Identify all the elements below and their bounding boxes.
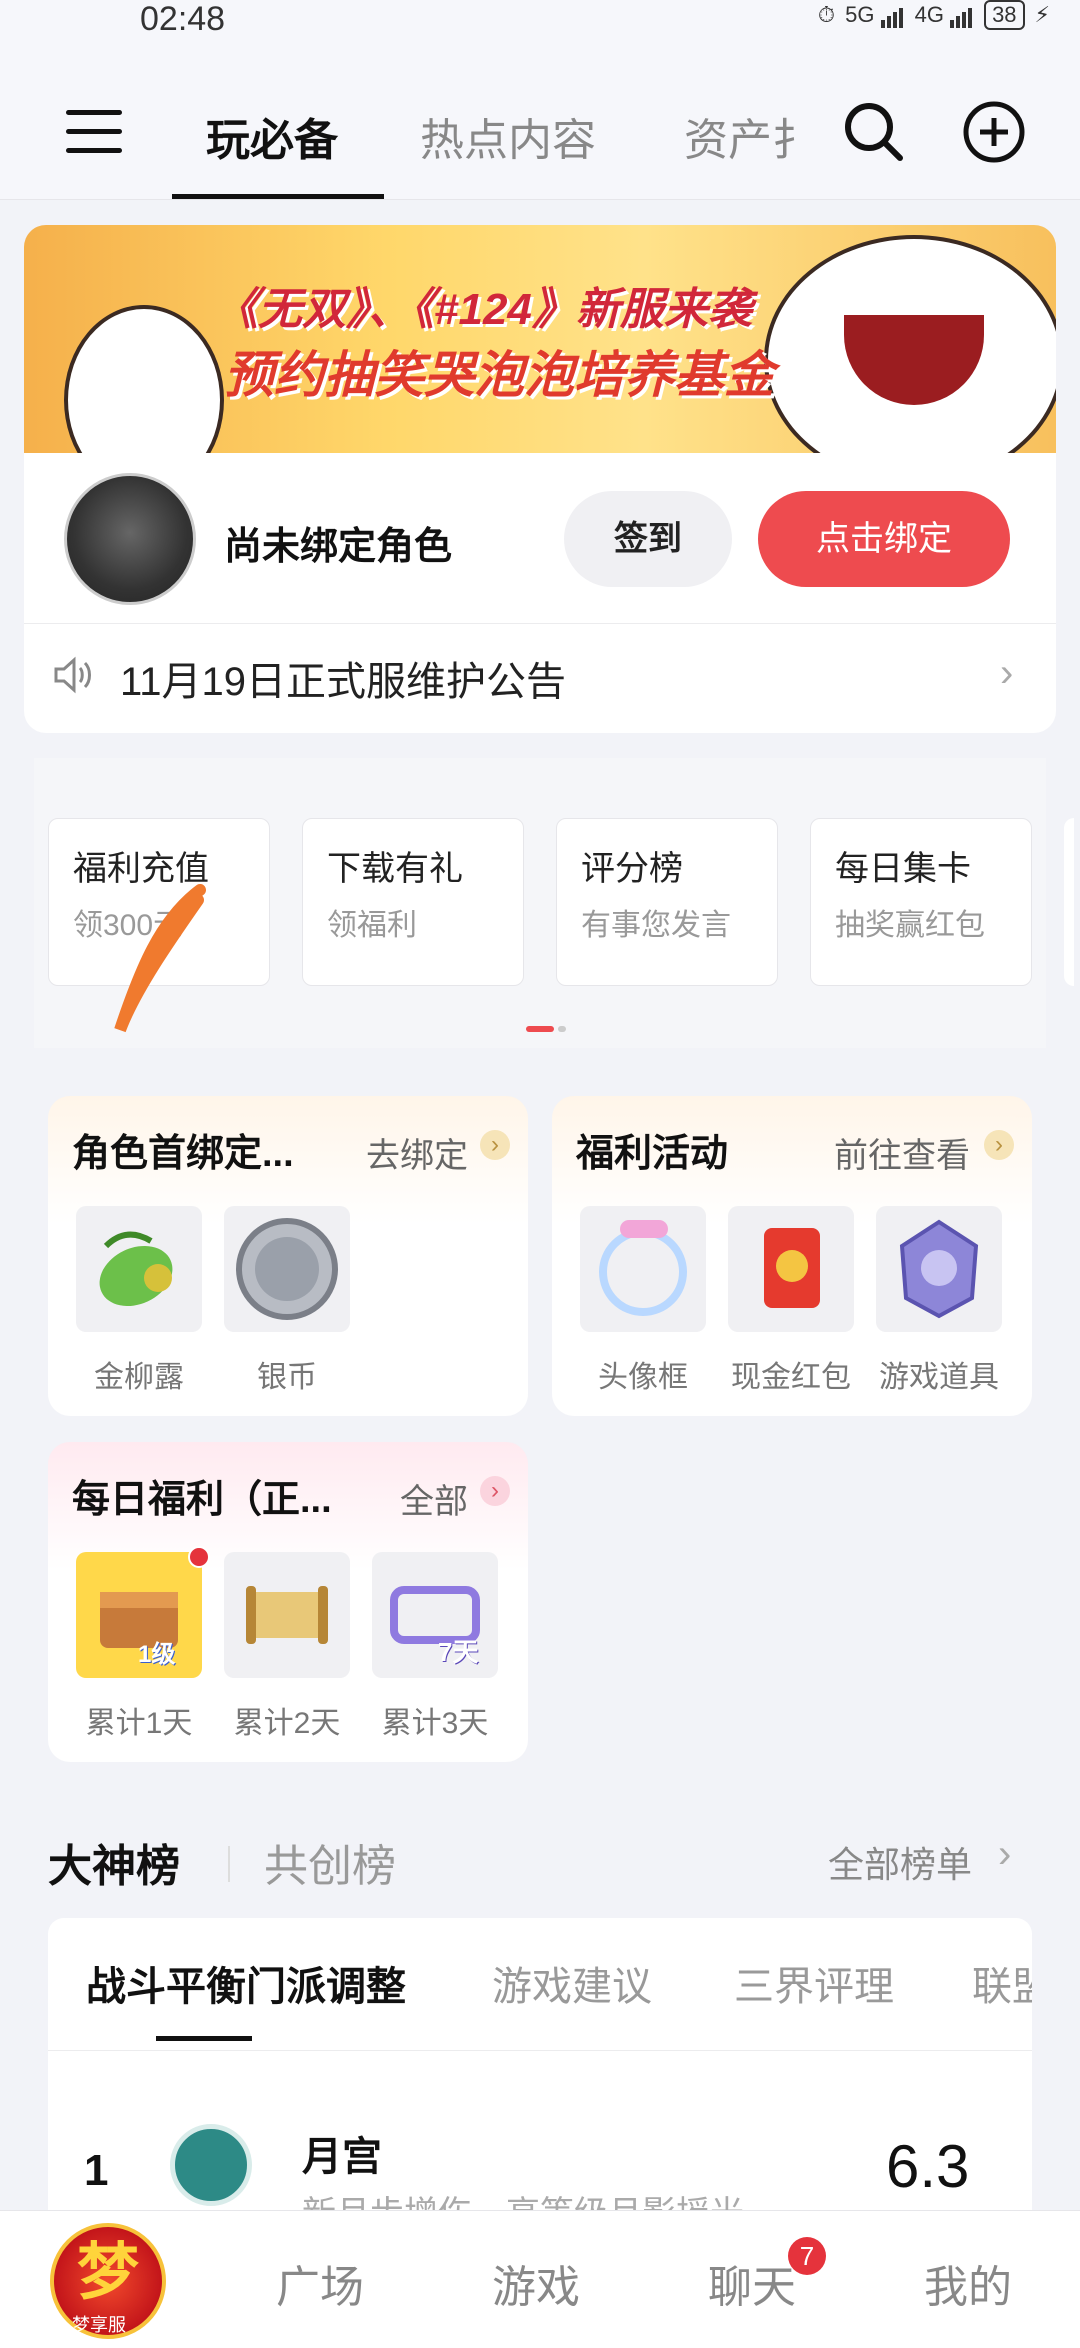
title-frame-icon: 7天 [372,1552,498,1678]
avatar-frame-icon [580,1206,706,1332]
chevron-right-icon[interactable]: › [984,1130,1014,1160]
subtab-game-suggestion[interactable]: 游戏建议 [492,1954,652,2012]
page-indicator-active [526,1026,554,1032]
red-envelope-icon [728,1206,854,1332]
shortcut-sub: 有事您发言 [581,909,731,942]
status-time: 02:48 [140,0,226,38]
banner-headline: 《无双》、《#124》新服来袭 [214,285,752,334]
treasure-chest-icon[interactable]: 1级 [76,1552,202,1678]
status-icons: ⏱ 5G 4G 38 ⚡ [818,0,1050,30]
faction-name[interactable]: 月宫 [302,2124,382,2182]
subtab-three-realms[interactable]: 三界评理 [734,1954,894,2012]
item-label: 累计3天 [381,1707,489,1740]
notice-text[interactable]: 11月19日正式服维护公告 [120,649,566,707]
bind-reward-card[interactable]: 角色首绑定... 去绑定 › 金柳露 银币 [48,1096,528,1416]
logo-char: 梦 [76,2238,139,2307]
card-title: 角色首绑定... [72,1133,294,1175]
subtab-underline [156,2036,252,2041]
shortcut-daily-card[interactable]: 每日集卡 抽奖赢红包 [810,818,1032,986]
menu-icon[interactable] [66,110,122,154]
item-label: 游戏道具 [879,1361,999,1394]
rank-score: 6.3 [886,2133,970,2200]
chevron-right-icon[interactable]: › [480,1130,510,1160]
status-bar: 02:48 ⏱ 5G 4G 38 ⚡ [0,0,1080,50]
shortcut-sub: 抽奖赢红包 [835,909,985,942]
role-bind-card: 尚未绑定角色 签到 点击绑定 11月19日正式服维护公告 › [24,453,1056,733]
avatar[interactable] [64,473,196,605]
battery-icon: 38 [984,0,1025,30]
shortcut-title: 每日集卡 [835,850,971,888]
all-rankings-link[interactable]: 全部榜单 [828,1836,972,1888]
page-indicator [558,1026,566,1032]
bottom-nav: 梦 梦享服 广场 游戏 聊天 7 我的 [0,2210,1080,2348]
red-dot-badge [188,1546,210,1568]
speaker-icon [52,653,96,697]
scroll-icon [224,1552,350,1678]
silver-coin-icon [224,1206,350,1332]
bind-role-button[interactable]: 点击绑定 [758,491,1010,587]
welfare-activity-card[interactable]: 福利活动 前往查看 › 头像框 现金红包 游戏道具 [552,1096,1032,1416]
level-badge: 1级 [138,1641,176,1668]
nav-games[interactable]: 游戏 [492,2251,580,2315]
view-all-link[interactable]: 全部 [400,1474,468,1523]
chevron-right-icon[interactable]: › [998,1832,1011,1877]
scribble-mark [114,884,206,1033]
game-item-icon [876,1206,1002,1332]
tab-hot-content[interactable]: 热点内容 [420,104,596,168]
promo-banner[interactable]: 《无双》、《#124》新服来袭 预约抽笑哭泡泡培养基金 [24,225,1056,453]
rank-number: 1 [84,2146,109,2195]
tab-master-rank[interactable]: 大神榜 [48,1830,180,1894]
card-title: 每日福利（正... [72,1479,332,1521]
divider [228,1846,230,1882]
days-badge: 7天 [438,1637,479,1667]
tab-co-create-rank[interactable]: 共创榜 [264,1830,396,1894]
tab-essentials[interactable]: 玩必备 [206,104,338,168]
shortcut-title: 评分榜 [581,850,683,888]
shortcut-download-gift[interactable]: 下载有礼 领福利 [302,818,524,986]
card-title: 福利活动 [576,1133,729,1175]
daily-welfare-card[interactable]: 每日福利（正... 全部 › 1级 7天 累计1天 累计2天 累计3天 [48,1442,528,1762]
item-label: 金柳露 [94,1361,184,1394]
tab-assets[interactable]: 资产扌 [684,104,814,168]
willow-dew-icon [76,1206,202,1332]
item-label: 银币 [257,1361,317,1394]
dream-logo-icon[interactable]: 梦 梦享服 [50,2223,166,2339]
charging-icon: ⚡ [1034,2,1050,27]
item-label: 累计1天 [85,1707,193,1740]
shortcut-peek [1064,818,1074,986]
shortcut-title: 下载有礼 [327,850,463,888]
subtab-alliance[interactable]: 联盟 [972,1954,1032,2012]
banner-subline: 预约抽笑哭泡泡培养基金 [224,347,774,403]
go-bind-link[interactable]: 去绑定 [366,1128,468,1177]
item-label: 累计2天 [233,1707,341,1740]
shortcut-sub: 领福利 [327,909,417,942]
chat-unread-badge: 7 [788,2237,826,2275]
search-icon[interactable] [842,100,906,164]
nav-me[interactable]: 我的 [924,2251,1012,2315]
signin-button[interactable]: 签到 [564,491,732,587]
chevron-right-icon[interactable]: › [1000,651,1013,696]
divider [48,2050,1032,2051]
speed-icon: ⏱ [817,2,836,27]
unbound-role-label: 尚未绑定角色 [224,526,453,568]
subtab-battle-balance[interactable]: 战斗平衡门派调整 [86,1954,406,2012]
shortcut-rating-board[interactable]: 评分榜 有事您发言 [556,818,778,986]
add-icon[interactable] [962,100,1026,164]
logo-sub: 梦享服 [72,2315,126,2335]
divider [24,623,1056,624]
nav-plaza[interactable]: 广场 [276,2251,364,2315]
mascot-left-icon [64,305,224,453]
moon-palace-icon[interactable] [170,2124,252,2206]
item-label: 头像框 [598,1361,688,1394]
item-label: 现金红包 [731,1361,851,1394]
tab-underline [172,194,384,199]
chevron-right-icon[interactable]: › [480,1476,510,1506]
signal-5g-icon: 5G [845,2,904,28]
view-more-link[interactable]: 前往查看 [834,1128,970,1177]
nav-chat[interactable]: 聊天 [708,2251,796,2315]
signal-4g-icon: 4G [915,2,974,28]
